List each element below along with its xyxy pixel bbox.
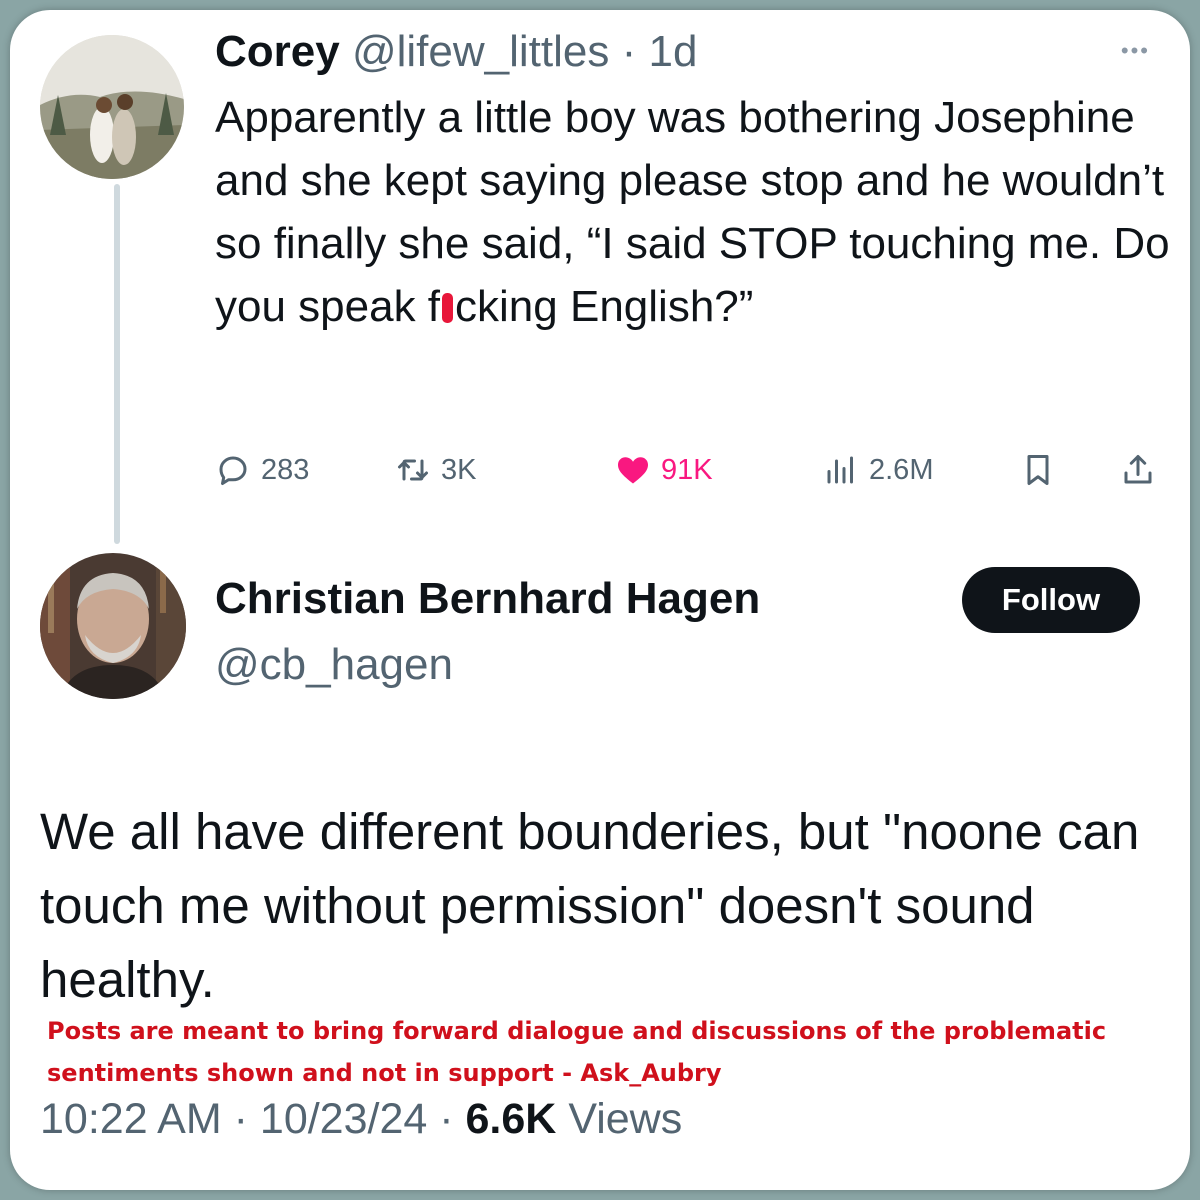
bookmark-button[interactable] — [1020, 440, 1056, 500]
reply-meta: 10:22 AM · 10/23/24 · 6.6K Views — [40, 1095, 682, 1144]
reply-count: 283 — [261, 453, 310, 486]
views-total: 6.6K — [465, 1095, 557, 1143]
post-date[interactable]: 10/23/24 — [260, 1095, 427, 1143]
tweet-text: Apparently a little boy was bothering Jo… — [215, 86, 1170, 338]
like-button[interactable]: 91K — [615, 440, 713, 500]
tweet-text-part2: cking English?” — [455, 282, 754, 331]
like-count: 91K — [661, 453, 713, 486]
corey-avatar[interactable] — [40, 35, 184, 179]
repost-button[interactable]: 3K — [395, 440, 476, 500]
author-handle[interactable]: @lifew_littles — [352, 27, 609, 76]
separator-dot: · — [609, 27, 649, 76]
repost-icon — [398, 459, 428, 481]
views-icon — [827, 456, 853, 484]
disclaimer-overlay-text: Posts are meant to bring forward dialogu… — [47, 1017, 1107, 1087]
reply-author-name[interactable]: Christian Bernhard Hagen — [215, 574, 760, 624]
repost-count: 3K — [441, 453, 477, 486]
hagen-avatar[interactable] — [40, 553, 186, 699]
share-button[interactable] — [1120, 440, 1156, 500]
reply-tweet-text: We all have different bounderies, but "n… — [40, 803, 1140, 1008]
bookmark-icon — [1027, 455, 1049, 485]
red-highlight-mark — [442, 293, 454, 323]
reply-author-handle[interactable]: @cb_hagen — [215, 640, 453, 690]
views-label: Views — [568, 1095, 683, 1143]
meta-separator: · — [221, 1095, 260, 1143]
author-name[interactable]: Corey — [215, 27, 340, 76]
share-icon — [1124, 455, 1152, 484]
like-icon — [618, 457, 648, 484]
post-time[interactable]: 10:22 AM — [40, 1095, 222, 1143]
thread-connector-line — [114, 184, 120, 544]
more-options-icon[interactable]: ••• — [1121, 38, 1150, 64]
reply-button[interactable]: 283 — [215, 440, 309, 500]
tweet-action-bar: 283 3K 91K 2.6M — [215, 440, 1170, 500]
timestamp[interactable]: 1d — [648, 27, 697, 76]
follow-button[interactable]: Follow — [962, 567, 1140, 633]
reply-icon — [219, 456, 247, 485]
post-card: Corey @lifew_littles · 1d ••• Apparently… — [10, 10, 1190, 1190]
view-count: 2.6M — [869, 453, 934, 486]
tweet-header: Corey @lifew_littles · 1d — [215, 22, 697, 82]
views-button[interactable]: 2.6M — [823, 440, 933, 500]
meta-separator: · — [427, 1095, 466, 1143]
